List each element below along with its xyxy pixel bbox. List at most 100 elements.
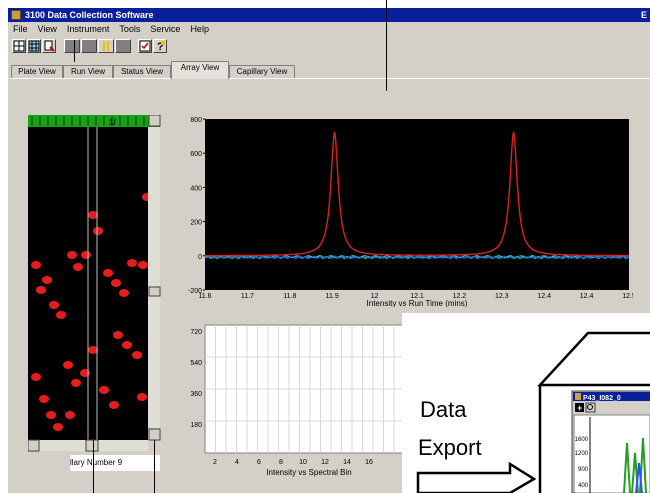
array-band-spot — [109, 401, 119, 409]
svg-text:+: + — [577, 403, 582, 413]
scroll-thumb[interactable] — [148, 286, 161, 297]
y-tick-label: 200 — [190, 220, 202, 227]
spectral-y-tick-label: 720 — [190, 329, 202, 336]
tab-capillary-view[interactable]: Capillary View — [229, 65, 295, 78]
export-label-export: Export — [418, 435, 482, 460]
export-window-title: P43_I082_0 — [583, 395, 621, 402]
array-band-spot — [39, 395, 49, 403]
array-band-spot — [132, 351, 142, 359]
export-tick: 400 — [578, 483, 589, 489]
spectral-x-tick-label: 8 — [279, 459, 283, 466]
grid-icon[interactable] — [27, 39, 41, 53]
x-tick-label: 12.3 — [495, 293, 509, 300]
menu-bar: File View Instrument Tools Service Help — [8, 24, 214, 36]
array-band-spot — [93, 227, 103, 235]
stop-square-icon[interactable] — [115, 39, 131, 53]
array-band-spot — [73, 263, 83, 271]
export-tick: 900 — [578, 467, 589, 473]
y-tick-label: 800 — [190, 117, 202, 124]
array-image-panel: 1/ — [28, 115, 161, 452]
menu-help[interactable]: Help — [190, 24, 209, 34]
export-tick: 1200 — [575, 451, 589, 457]
spectral-x-tick-label: 4 — [235, 459, 239, 466]
array-band-spot — [113, 331, 123, 339]
spectral-y-tick-label: 180 — [190, 422, 202, 429]
y-tick-label: 0 — [198, 254, 202, 261]
pause-icon[interactable] — [98, 39, 114, 53]
help-icon[interactable]: ? — [153, 39, 167, 53]
horizontal-scroll-thumb[interactable] — [85, 439, 99, 452]
array-band-spot — [63, 361, 73, 369]
stop-icon[interactable] — [64, 39, 80, 53]
x-axis-label: Intensity vs Run Time (mins) — [367, 299, 468, 307]
plot-area[interactable] — [205, 119, 629, 290]
array-band-spot — [67, 251, 77, 259]
spectral-x-tick-label: 10 — [299, 459, 307, 466]
array-band-spot — [42, 276, 52, 284]
scroll-down-button[interactable] — [148, 428, 161, 441]
array-band-spot — [103, 269, 113, 277]
array-band-spot — [137, 393, 147, 401]
array-band-spot — [111, 279, 121, 287]
menu-view[interactable]: View — [38, 24, 57, 34]
data-export-illustration: Data Export P43_I082_0 + 1600 1200 900 4… — [402, 313, 650, 493]
capillary-number-label: llary Number 9 — [70, 455, 160, 471]
array-band-spot — [122, 341, 132, 349]
array-band-spot — [99, 386, 109, 394]
array-band-spot — [81, 251, 91, 259]
spectral-x-tick-label: 14 — [343, 459, 351, 466]
array-band-spot — [119, 289, 129, 297]
vertical-scrollbar[interactable] — [148, 127, 160, 440]
y-axis-ticks: 8006004002000-200 — [188, 117, 205, 295]
scroll-left-button[interactable] — [28, 439, 40, 452]
tab-run-view[interactable]: Run View — [63, 65, 113, 78]
checklist-icon[interactable] — [138, 39, 152, 53]
run-icon[interactable] — [81, 39, 97, 53]
array-band-spot — [56, 311, 66, 319]
app-icon — [11, 10, 21, 20]
capillary-marker: 1/ — [109, 118, 116, 127]
spectral-x-axis-label: Intensity vs Spectral Bin — [266, 468, 351, 477]
array-band-spot — [127, 259, 137, 267]
array-band-spot — [36, 286, 46, 294]
spectral-y-ticks: 720 540 360 180 — [190, 329, 202, 429]
menu-instrument[interactable]: Instrument — [67, 24, 110, 34]
intensity-vs-time-chart: 8006004002000-200 11.6 11.7 11.8 11.9 12 12.1… — [188, 117, 633, 307]
spectral-y-tick-label: 540 — [190, 360, 202, 367]
callout-line-top — [386, 0, 387, 91]
array-band-spot — [138, 261, 148, 269]
toolbar: ? — [10, 38, 650, 56]
y-tick-label: 600 — [190, 151, 202, 158]
export-tick: 1600 — [575, 437, 589, 443]
x-tick-label: 11.8 — [283, 293, 296, 300]
array-band-spot — [31, 261, 41, 269]
y-tick-label: 400 — [190, 185, 202, 192]
menu-file[interactable]: File — [13, 24, 28, 34]
title-right: E — [640, 10, 647, 20]
x-tick-label: 11.6 — [198, 293, 211, 300]
window-title: 3100 Data Collection Software — [25, 10, 154, 20]
tab-plate-view[interactable]: Plate View — [11, 65, 63, 78]
plate-icon[interactable] — [12, 39, 26, 53]
title-bar[interactable]: 3100 Data Collection Software E — [8, 8, 650, 22]
wand-icon[interactable] — [42, 39, 56, 53]
scroll-up-button[interactable] — [148, 115, 161, 127]
document-icon — [575, 393, 581, 400]
array-band-spot — [65, 411, 75, 419]
spectral-y-tick-label: 360 — [190, 391, 202, 398]
x-tick-label: 12.4 — [580, 293, 594, 300]
spectral-x-tick-label: 2 — [213, 459, 217, 466]
callout-line-left — [74, 40, 75, 62]
menu-tools[interactable]: Tools — [119, 24, 140, 34]
array-band-spot — [46, 411, 56, 419]
menu-service[interactable]: Service — [150, 24, 180, 34]
callout-line-bottom-left — [93, 440, 94, 493]
array-band-spot — [49, 301, 59, 309]
spectral-x-ticks: 2 4 6 8 10 12 14 16 — [213, 459, 373, 466]
tab-status-view[interactable]: Status View — [113, 65, 171, 78]
tab-array-view[interactable]: Array View — [171, 61, 229, 79]
x-tick-label: 11.9 — [326, 293, 339, 300]
export-label-data: Data — [420, 397, 467, 422]
x-tick-label: 12.5 — [622, 293, 633, 300]
x-tick-label: 11.7 — [241, 293, 254, 300]
